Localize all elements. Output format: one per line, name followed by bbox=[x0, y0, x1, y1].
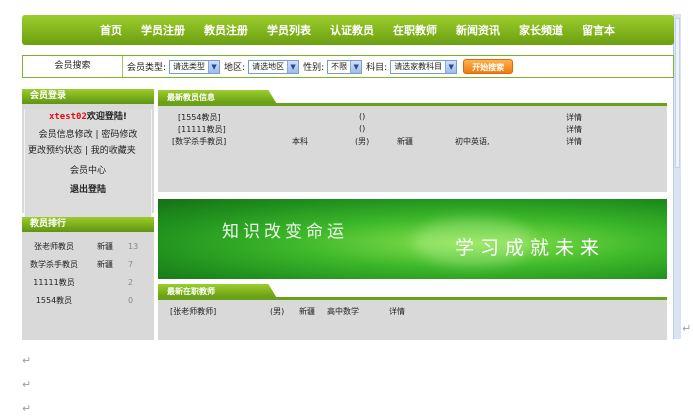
teacher-subject: 高中数学 bbox=[327, 307, 359, 316]
nav-home[interactable]: 首页 bbox=[100, 22, 122, 38]
rank-area: 新疆 bbox=[97, 259, 113, 269]
paragraph-mark-icon: ↵ bbox=[22, 378, 32, 391]
in-service-list: [张老师教师] (男) 新疆 高中数学 详情 bbox=[158, 300, 667, 318]
rank-area bbox=[86, 291, 124, 309]
list-item: [11111教员] () 详情 bbox=[158, 124, 667, 136]
teacher-name[interactable]: [张老师教师] bbox=[170, 306, 216, 317]
nav-in-service-teachers[interactable]: 在职教师 bbox=[393, 22, 437, 38]
rank-count: 0 bbox=[128, 295, 134, 305]
type-select[interactable]: 请选类型 ▼ bbox=[169, 59, 221, 74]
paragraph-mark-icon: ↵ bbox=[22, 354, 32, 367]
booking-favorites-links[interactable]: 更改预约状态 | 我的收藏夹 bbox=[25, 145, 151, 157]
table-row[interactable]: 11111教员 2 bbox=[22, 273, 154, 291]
nav-news[interactable]: 新闻资讯 bbox=[456, 22, 500, 38]
rank-name[interactable]: 1554教员 bbox=[22, 291, 86, 309]
rank-name[interactable]: 数学杀手教员 bbox=[22, 255, 86, 273]
type-label: 会员类型: bbox=[127, 63, 167, 73]
rank-count: 2 bbox=[128, 277, 134, 287]
in-service-teachers-box: 最新在职教师 [张老师教师] (男) 新疆 高中数学 详情 bbox=[158, 284, 667, 340]
teacher-area: 新疆 bbox=[397, 137, 413, 146]
type-select-value: 请选类型 bbox=[173, 62, 206, 71]
subject-select-value: 请选家教科目 bbox=[394, 62, 443, 71]
member-search-bar: 会员搜索 会员类型: 请选类型 ▼ 地区: 请选地区 ▼ 性别: 不限 ▼ 科目: 请… bbox=[22, 55, 674, 78]
in-service-header: 最新在职教师 bbox=[158, 284, 667, 300]
header-rule bbox=[158, 297, 667, 300]
paragraph-mark-icon: ↵ bbox=[22, 402, 32, 415]
chevron-down-icon: ▼ bbox=[445, 60, 457, 73]
details-link[interactable]: 详情 bbox=[566, 136, 582, 147]
member-center-link[interactable]: 会员中心 bbox=[25, 163, 151, 176]
slogan-banner: 知识改变命运 学习成就未来 bbox=[158, 199, 667, 279]
username: xtest02 bbox=[48, 112, 87, 122]
details-link[interactable]: 详情 bbox=[566, 112, 582, 123]
chevron-down-icon: ▼ bbox=[208, 60, 220, 73]
teacher-gender: () bbox=[359, 124, 366, 133]
chevron-down-icon: ▼ bbox=[350, 60, 362, 73]
login-header: 会员登录 bbox=[22, 89, 154, 104]
nav-student-register[interactable]: 学员注册 bbox=[141, 22, 185, 38]
region-select-value: 请选地区 bbox=[252, 62, 285, 71]
ranking-header: 教员排行 bbox=[22, 217, 154, 232]
nav-certified-teachers[interactable]: 认证教员 bbox=[330, 22, 374, 38]
member-login-panel: 会员登录 xtest02欢迎登陆! 会员信息修改 | 密码修改 更改预约状态 |… bbox=[22, 89, 154, 218]
chevron-down-icon: ▼ bbox=[287, 60, 299, 73]
login-body: xtest02欢迎登陆! 会员信息修改 | 密码修改 更改预约状态 | 我的收藏… bbox=[24, 109, 152, 218]
rank-area: 新疆 bbox=[97, 241, 113, 251]
main-nav: 首页 学员注册 教员注册 学员列表 认证教员 在职教师 新闻资讯 家长频道 留言… bbox=[22, 15, 674, 45]
teacher-area: 新疆 bbox=[299, 307, 315, 316]
profile-links[interactable]: 会员信息修改 | 密码修改 bbox=[25, 127, 151, 140]
details-link[interactable]: 详情 bbox=[389, 306, 405, 317]
details-link[interactable]: 详情 bbox=[566, 124, 582, 135]
teacher-gender: (男) bbox=[270, 307, 285, 316]
ranking-table: 张老师教员 新疆 13 数学杀手教员 新疆 7 11111教员 2 1554教员 0 bbox=[22, 237, 154, 309]
teacher-ranking-panel: 教员排行 张老师教员 新疆 13 数学杀手教员 新疆 7 11111教员 2 1554教员… bbox=[22, 217, 154, 340]
banner-slogan-left: 知识改变命运 bbox=[222, 222, 348, 242]
welcome-line: xtest02欢迎登陆! bbox=[25, 109, 151, 122]
teacher-name[interactable]: [1554教员] bbox=[178, 112, 221, 123]
gender-label: 性别: bbox=[303, 63, 325, 73]
nav-teacher-register[interactable]: 教员注册 bbox=[204, 22, 248, 38]
scrollbar[interactable] bbox=[673, 14, 681, 339]
list-item: [1554教员] () 详情 bbox=[158, 112, 667, 124]
latest-teachers-header: 最新教员信息 bbox=[158, 90, 667, 106]
search-title: 会员搜索 bbox=[23, 56, 123, 77]
banner-slogan-right: 学习成就未来 bbox=[455, 237, 606, 259]
subject-label: 科目: bbox=[366, 63, 388, 73]
rank-name[interactable]: 张老师教员 bbox=[22, 237, 86, 255]
region-label: 地区: bbox=[224, 63, 246, 73]
table-row[interactable]: 数学杀手教员 新疆 7 bbox=[22, 255, 154, 273]
nav-parents[interactable]: 家长频道 bbox=[519, 22, 563, 38]
subject-select[interactable]: 请选家教科目 ▼ bbox=[390, 59, 458, 74]
teacher-gender: () bbox=[359, 112, 366, 121]
welcome-text: 欢迎登陆! bbox=[86, 112, 128, 122]
scrollbar-thumb[interactable] bbox=[675, 18, 680, 168]
start-search-button[interactable]: 开始搜索 bbox=[463, 59, 514, 74]
gender-select[interactable]: 不限 ▼ bbox=[327, 59, 363, 74]
table-row[interactable]: 1554教员 0 bbox=[22, 291, 154, 309]
region-select[interactable]: 请选地区 ▼ bbox=[248, 59, 300, 74]
paragraph-mark-icon: ↵ bbox=[682, 322, 692, 335]
latest-teachers-list: [1554教员] () 详情 [11111教员] () 详情 [数学杀手教员] … bbox=[158, 106, 667, 148]
teacher-degree: 本科 bbox=[292, 137, 308, 146]
rank-count: 7 bbox=[128, 259, 134, 269]
gender-select-value: 不限 bbox=[331, 62, 348, 71]
logout-link[interactable]: 退出登陆 bbox=[25, 182, 151, 195]
teacher-name[interactable]: [数学杀手教员] bbox=[172, 136, 226, 147]
rank-count: 13 bbox=[128, 241, 139, 251]
header-rule bbox=[158, 103, 667, 106]
list-item: [数学杀手教员] 本科 (男) 新疆 初中英语, 详情 bbox=[158, 136, 667, 148]
teacher-name[interactable]: [11111教员] bbox=[178, 124, 226, 135]
nav-guestbook[interactable]: 留言本 bbox=[582, 22, 615, 38]
table-row[interactable]: 张老师教员 新疆 13 bbox=[22, 237, 154, 255]
latest-teachers-box: 最新教员信息 [1554教员] () 详情 [11111教员] () 详情 [数… bbox=[158, 90, 667, 192]
teacher-subject: 初中英语, bbox=[455, 137, 490, 146]
rank-name[interactable]: 11111教员 bbox=[22, 273, 86, 291]
rank-area bbox=[86, 273, 124, 291]
list-item: [张老师教师] (男) 新疆 高中数学 详情 bbox=[158, 306, 667, 318]
teacher-gender: (男) bbox=[355, 137, 370, 146]
nav-student-list[interactable]: 学员列表 bbox=[267, 22, 311, 38]
